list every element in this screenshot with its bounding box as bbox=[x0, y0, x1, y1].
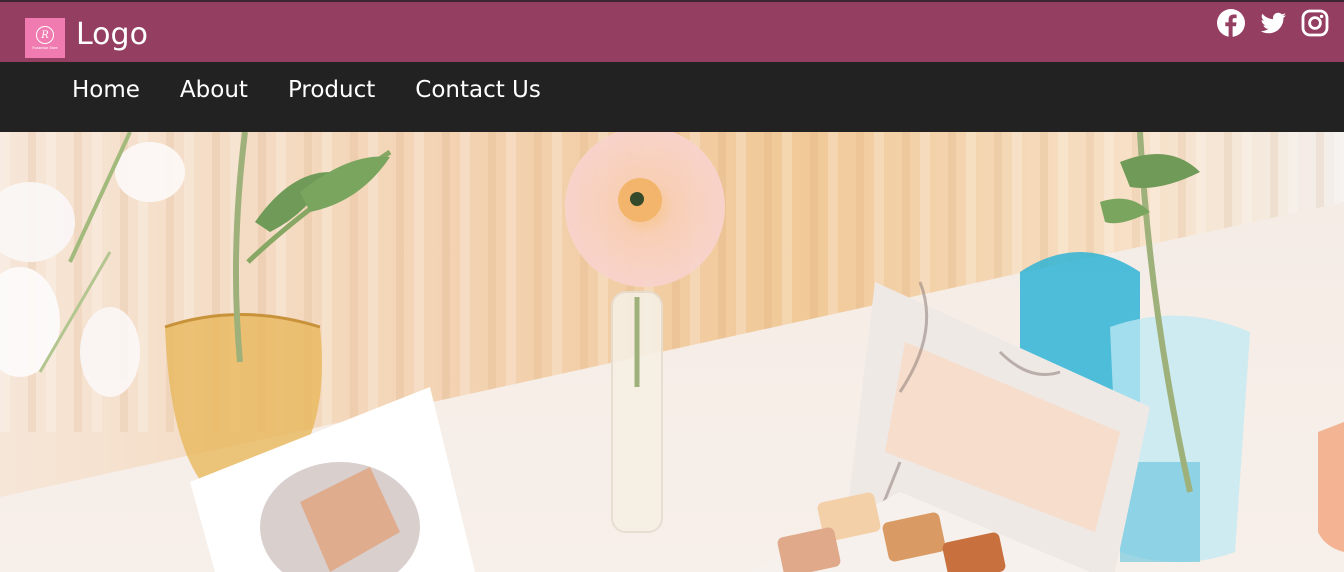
hero-image bbox=[0, 132, 1344, 572]
nav-item-about[interactable]: About bbox=[180, 75, 248, 105]
logo-badge[interactable]: R Rossmdar Store bbox=[25, 18, 65, 58]
nav-item-product[interactable]: Product bbox=[288, 75, 375, 105]
logo-badge-text: Rossmdar Store bbox=[32, 46, 58, 50]
main-nav: Home About Product Contact Us bbox=[0, 62, 1344, 132]
facebook-icon[interactable] bbox=[1216, 8, 1246, 38]
twitter-icon[interactable] bbox=[1258, 8, 1288, 38]
social-links bbox=[1216, 8, 1330, 38]
logo-text[interactable]: Logo bbox=[76, 16, 148, 54]
instagram-icon[interactable] bbox=[1300, 8, 1330, 38]
nav-item-home[interactable]: Home bbox=[72, 75, 140, 105]
top-header-bar: R Rossmdar Store Logo bbox=[0, 0, 1344, 62]
nav-item-contact-us[interactable]: Contact Us bbox=[415, 75, 541, 105]
logo-badge-initial: R bbox=[36, 26, 54, 44]
